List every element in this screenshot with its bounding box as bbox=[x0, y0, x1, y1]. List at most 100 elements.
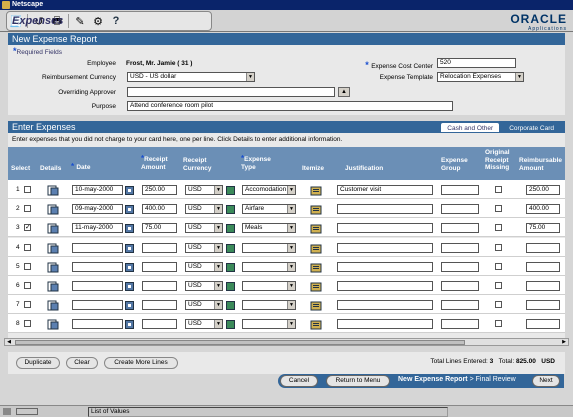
reimbursable-amount-input[interactable] bbox=[526, 319, 560, 330]
details-icon[interactable] bbox=[47, 243, 59, 254]
itemize-icon[interactable] bbox=[310, 300, 322, 311]
itemize-icon[interactable] bbox=[310, 243, 322, 254]
select-checkbox[interactable] bbox=[24, 205, 31, 213]
clear-button[interactable]: Clear bbox=[66, 357, 98, 369]
expense-group-input[interactable] bbox=[441, 185, 479, 195]
currency-select[interactable]: USD ▼ bbox=[185, 319, 223, 330]
expense-group-input[interactable] bbox=[441, 261, 479, 272]
select-checkbox[interactable] bbox=[24, 320, 31, 328]
currency-converter-icon[interactable] bbox=[226, 301, 235, 311]
details-icon[interactable] bbox=[47, 300, 59, 311]
date-input[interactable] bbox=[72, 300, 123, 311]
receipt-missing-checkbox[interactable] bbox=[495, 205, 502, 213]
approver-input[interactable] bbox=[127, 87, 335, 97]
expense-type-select[interactable]: Accomodation ▼ bbox=[242, 185, 296, 195]
calendar-icon[interactable] bbox=[125, 301, 134, 311]
cost-center-input[interactable]: 520 bbox=[437, 58, 516, 68]
receipt-missing-checkbox[interactable] bbox=[495, 243, 502, 251]
select-checkbox[interactable] bbox=[24, 186, 31, 193]
currency-select[interactable]: USD ▼ bbox=[185, 242, 223, 253]
receipt-amount-input[interactable]: 400.00 bbox=[142, 204, 177, 215]
receipt-missing-checkbox[interactable] bbox=[495, 282, 502, 289]
currency-converter-icon[interactable] bbox=[226, 320, 235, 330]
receipt-amount-input[interactable] bbox=[142, 242, 177, 253]
calendar-icon[interactable] bbox=[125, 205, 134, 215]
date-input[interactable]: 11-may-2000 bbox=[72, 223, 123, 234]
details-icon[interactable] bbox=[47, 281, 59, 292]
reimbursable-amount-input[interactable] bbox=[526, 281, 560, 291]
reimbursable-amount-input[interactable] bbox=[526, 242, 560, 253]
details-icon[interactable] bbox=[47, 223, 59, 234]
receipt-amount-input[interactable]: 75.00 bbox=[142, 223, 177, 234]
select-checkbox[interactable]: ✓ bbox=[24, 224, 31, 232]
currency-converter-icon[interactable] bbox=[226, 186, 235, 195]
scroll-left-icon[interactable]: ◀ bbox=[5, 339, 13, 345]
expense-group-input[interactable] bbox=[441, 242, 479, 253]
select-checkbox[interactable] bbox=[24, 243, 31, 251]
date-input[interactable] bbox=[72, 261, 123, 272]
expense-type-select[interactable]: Meals ▼ bbox=[242, 223, 296, 234]
calendar-icon[interactable] bbox=[125, 262, 134, 272]
justification-input[interactable]: Customer visit bbox=[337, 185, 433, 195]
currency-converter-icon[interactable] bbox=[226, 224, 235, 234]
currency-converter-icon[interactable] bbox=[226, 243, 235, 253]
expense-group-input[interactable] bbox=[441, 204, 479, 215]
purpose-input[interactable]: Attend conference room pilot bbox=[127, 101, 453, 111]
calendar-icon[interactable] bbox=[125, 224, 134, 234]
receipt-missing-checkbox[interactable] bbox=[495, 320, 502, 328]
currency-select[interactable]: USD ▼ bbox=[185, 281, 223, 291]
calendar-icon[interactable] bbox=[125, 282, 134, 291]
next-button[interactable]: Next bbox=[532, 375, 560, 387]
lov-button[interactable]: ▲ bbox=[338, 87, 350, 97]
select-checkbox[interactable] bbox=[24, 301, 31, 309]
receipt-amount-input[interactable] bbox=[142, 300, 177, 311]
create-more-lines-button[interactable]: Create More Lines bbox=[104, 357, 178, 369]
scroll-right-icon[interactable]: ▶ bbox=[560, 339, 568, 345]
date-input[interactable] bbox=[72, 242, 123, 253]
preferences-icon[interactable]: ⚙ bbox=[89, 13, 107, 29]
expense-group-input[interactable] bbox=[441, 319, 479, 330]
horizontal-scrollbar[interactable]: ◀ ▶ bbox=[4, 338, 569, 346]
expense-group-input[interactable] bbox=[441, 300, 479, 311]
select-checkbox[interactable] bbox=[24, 262, 31, 270]
calendar-icon[interactable] bbox=[125, 186, 134, 195]
details-icon[interactable] bbox=[47, 262, 59, 273]
receipt-amount-input[interactable] bbox=[142, 261, 177, 272]
help-icon[interactable]: ? bbox=[107, 13, 125, 29]
currency-select[interactable]: USD ▼ bbox=[185, 204, 223, 215]
date-input[interactable] bbox=[72, 281, 123, 291]
reimbursable-amount-input[interactable] bbox=[526, 261, 560, 272]
expense-group-input[interactable] bbox=[441, 223, 479, 234]
reimbursable-amount-input[interactable]: 250.00 bbox=[526, 185, 560, 195]
flashlight-icon[interactable]: ✎ bbox=[71, 13, 89, 29]
itemize-icon[interactable] bbox=[310, 223, 322, 234]
currency-converter-icon[interactable] bbox=[226, 205, 235, 215]
receipt-amount-input[interactable] bbox=[142, 281, 177, 291]
details-icon[interactable] bbox=[47, 185, 59, 196]
details-icon[interactable] bbox=[47, 319, 59, 330]
receipt-missing-checkbox[interactable] bbox=[495, 186, 502, 193]
date-input[interactable]: 10-may-2000 bbox=[72, 185, 123, 195]
expense-type-select[interactable]: ▼ bbox=[242, 300, 296, 311]
select-checkbox[interactable] bbox=[24, 282, 31, 289]
tab-corporate-card[interactable]: Corporate Card bbox=[502, 122, 561, 133]
currency-select[interactable]: USD ▼ bbox=[185, 300, 223, 311]
receipt-missing-checkbox[interactable] bbox=[495, 262, 502, 270]
scroll-thumb[interactable] bbox=[15, 340, 465, 345]
itemize-icon[interactable] bbox=[310, 262, 322, 273]
expense-type-select[interactable]: ▼ bbox=[242, 242, 296, 253]
duplicate-button[interactable]: Duplicate bbox=[16, 357, 60, 369]
expense-group-input[interactable] bbox=[441, 281, 479, 291]
currency-select[interactable]: USD ▼ bbox=[185, 261, 223, 272]
calendar-icon[interactable] bbox=[125, 243, 134, 253]
cancel-button[interactable]: Cancel bbox=[280, 375, 318, 387]
expense-type-select[interactable]: ▼ bbox=[242, 261, 296, 272]
expense-type-select[interactable]: ▼ bbox=[242, 319, 296, 330]
justification-input[interactable] bbox=[337, 281, 433, 291]
currency-select[interactable]: USD ▼ bbox=[185, 223, 223, 234]
expense-type-select[interactable]: Airfare ▼ bbox=[242, 204, 296, 215]
justification-input[interactable] bbox=[337, 204, 433, 215]
expense-type-select[interactable]: ▼ bbox=[242, 281, 296, 291]
receipt-amount-input[interactable]: 250.00 bbox=[142, 185, 177, 195]
itemize-icon[interactable] bbox=[310, 204, 322, 215]
